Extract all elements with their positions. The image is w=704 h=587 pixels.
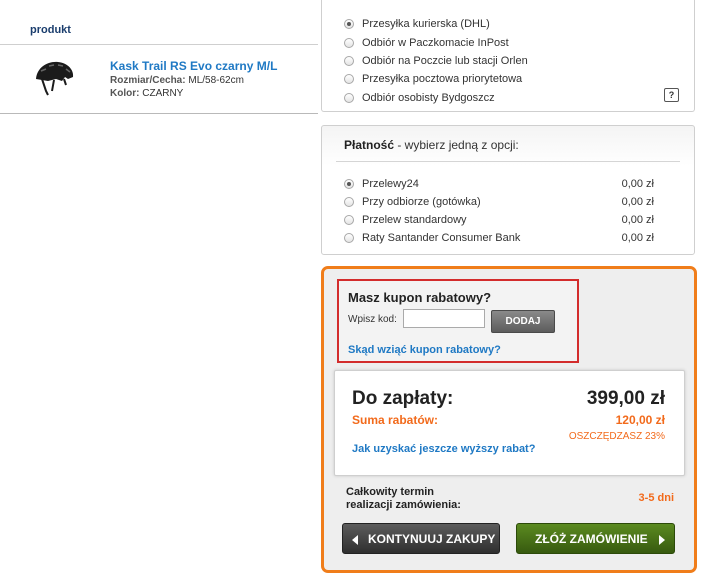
place-order-button[interactable]: ZŁÓŻ ZAMÓWIENIE	[516, 523, 675, 554]
radio-button[interactable]	[344, 233, 354, 243]
product-size-label: Rozmiar/Cecha:	[110, 75, 186, 86]
coupon-input-label: Wpisz kod:	[348, 314, 397, 325]
coupon-code-input[interactable]	[403, 309, 485, 328]
radio-button[interactable]	[344, 19, 354, 29]
coupon-title: Masz kupon rabatowy?	[348, 290, 492, 305]
total-label: Do zapłaty:	[352, 388, 454, 409]
shipping-option-pickup-bydgoszcz[interactable]: Odbiór osobisty Bydgoszcz	[344, 91, 495, 105]
order-summary-panel: Masz kupon rabatowy? Wpisz kod: DODAJ Sk…	[321, 266, 697, 573]
shipping-option-orlen[interactable]: Odbiór na Poczcie lub stacji Orlen	[344, 54, 528, 68]
coupon-info-link[interactable]: Skąd wziąć kupon rabatowy?	[348, 344, 501, 356]
discount-value: 120,00 zł	[615, 413, 665, 427]
total-box: Do zapłaty: 399,00 zł Suma rabatów: 120,…	[334, 370, 685, 476]
payment-price: 0,00 zł	[621, 214, 654, 226]
divider	[336, 161, 680, 162]
product-color: Kolor: CZARNY	[110, 88, 183, 99]
arrow-left-icon	[352, 535, 358, 545]
payment-price: 0,00 zł	[621, 196, 654, 208]
add-coupon-button[interactable]: DODAJ	[491, 310, 555, 333]
product-column-title: produkt	[30, 24, 71, 36]
payment-option-przelewy24[interactable]: Przelewy24	[344, 177, 419, 191]
product-size: Rozmiar/Cecha: ML/58-62cm	[110, 75, 244, 86]
product-size-value: ML/58-62cm	[188, 75, 244, 86]
shipping-option-dhl[interactable]: Przesyłka kurierska (DHL)	[344, 17, 490, 31]
product-column-header: produkt	[0, 0, 318, 45]
product-color-label: Kolor:	[110, 88, 140, 99]
delivery-term-label: Całkowity termin realizacji zamówienia:	[346, 486, 461, 511]
delivery-term-value: 3-5 dni	[638, 492, 674, 504]
shipping-option-priority-mail[interactable]: Przesyłka pocztowa priorytetowa	[344, 72, 522, 86]
payment-title: Płatność - wybierz jedną z opcji:	[344, 138, 519, 152]
helmet-icon[interactable]	[32, 55, 76, 99]
radio-button[interactable]	[344, 179, 354, 189]
radio-button[interactable]	[344, 215, 354, 225]
shipping-options-box: Przesyłka kurierska (DHL) Odbiór w Paczk…	[321, 0, 695, 112]
radio-button[interactable]	[344, 197, 354, 207]
arrow-right-icon	[659, 535, 665, 545]
payment-options-box: Płatność - wybierz jedną z opcji: Przele…	[321, 125, 695, 255]
shipping-option-inpost[interactable]: Odbiór w Paczkomacie InPost	[344, 36, 509, 50]
coupon-section: Masz kupon rabatowy? Wpisz kod: DODAJ Sk…	[337, 279, 579, 363]
product-color-value: CZARNY	[142, 88, 184, 99]
total-value: 399,00 zł	[586, 388, 665, 409]
help-icon[interactable]: ?	[664, 88, 679, 102]
payment-option-santander-installments[interactable]: Raty Santander Consumer Bank	[344, 231, 520, 245]
radio-button[interactable]	[344, 56, 354, 66]
payment-price: 0,00 zł	[621, 232, 654, 244]
radio-button[interactable]	[344, 74, 354, 84]
payment-option-bank-transfer[interactable]: Przelew standardowy	[344, 213, 467, 227]
savings-badge: OSZCZĘDZASZ 23%	[568, 431, 665, 442]
discount-label: Suma rabatów:	[352, 413, 439, 427]
product-name-link[interactable]: Kask Trail RS Evo czarny M/L	[110, 59, 277, 73]
payment-option-cash-on-delivery[interactable]: Przy odbiorze (gotówka)	[344, 195, 481, 209]
higher-discount-link[interactable]: Jak uzyskać jeszcze wyższy rabat?	[352, 443, 535, 455]
radio-button[interactable]	[344, 38, 354, 48]
payment-price: 0,00 zł	[621, 178, 654, 190]
radio-button[interactable]	[344, 93, 354, 103]
continue-shopping-button[interactable]: KONTYNUUJ ZAKUPY	[342, 523, 500, 554]
table-row: Kask Trail RS Evo czarny M/L Rozmiar/Cec…	[0, 45, 318, 114]
